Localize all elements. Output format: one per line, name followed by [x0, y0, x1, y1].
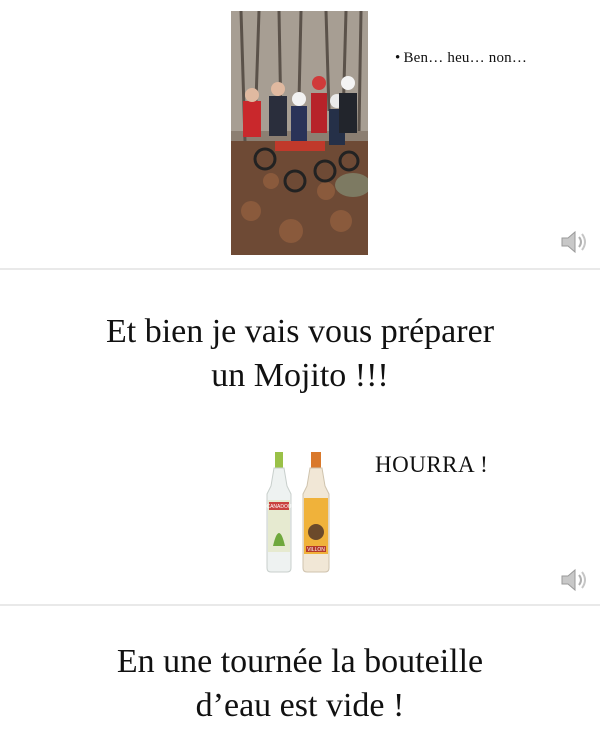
- slide-3: En une tournée la bouteille d’eau est vi…: [0, 606, 600, 738]
- slide-heading: Et bien je vais vous préparer un Mojito …: [0, 310, 600, 398]
- heading-line-2: un Mojito !!!: [211, 357, 389, 394]
- bottle-label-left: CANADOU: [266, 504, 291, 510]
- bullet-dot: •: [395, 50, 401, 66]
- heading-line-1: Et bien je vais vous préparer: [105, 313, 495, 350]
- slide-1: • Ben… heu… non…: [0, 0, 600, 268]
- speaker-icon[interactable]: [560, 229, 590, 255]
- bullet-label: Ben… heu… non…: [403, 50, 528, 66]
- speaker-icon[interactable]: [560, 567, 590, 593]
- bullet-text: • Ben… heu… non…: [395, 50, 527, 67]
- heading-line-1: En une tournée la bouteille: [116, 643, 484, 680]
- slide-heading: En une tournée la bouteille d’eau est vi…: [0, 640, 600, 728]
- hourra-text: HOURRA !: [375, 452, 489, 477]
- group-photo: [231, 11, 368, 255]
- bottle-label-right: VILLON: [307, 547, 325, 553]
- rum-bottles-image: CANADOU VILLON: [266, 452, 330, 573]
- heading-line-2: d’eau est vide !: [195, 687, 405, 724]
- slide-2: Et bien je vais vous préparer un Mojito …: [0, 270, 600, 604]
